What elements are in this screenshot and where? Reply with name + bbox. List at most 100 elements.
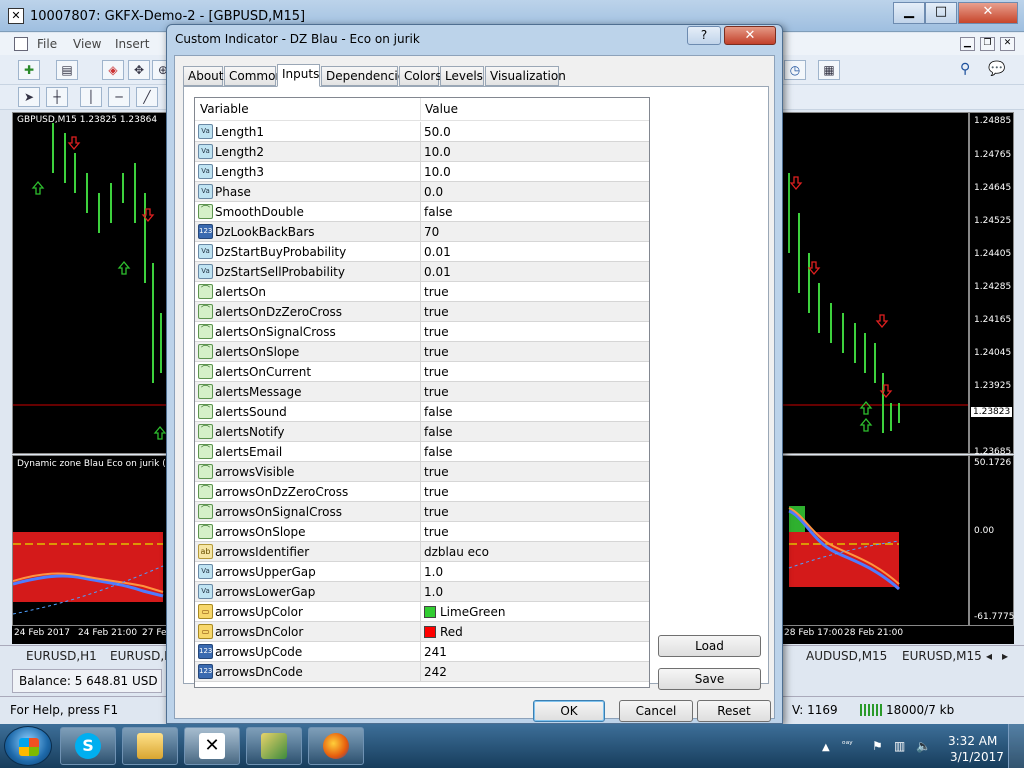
input-row[interactable]: ⌒ alertsOnSignalCross true: [195, 322, 649, 342]
variable-value[interactable]: true: [424, 385, 449, 399]
variable-value[interactable]: 70: [424, 225, 439, 239]
cursor-icon[interactable]: ➤: [18, 87, 40, 107]
input-row[interactable]: Va Length1 50.0: [195, 122, 649, 142]
tab-colors[interactable]: Colors: [399, 66, 442, 86]
variable-value[interactable]: dzblau eco: [424, 545, 489, 559]
minimize-button[interactable]: ▁: [893, 2, 925, 24]
input-row[interactable]: Va DzStartBuyProbability 0.01: [195, 242, 649, 262]
variable-value[interactable]: true: [424, 485, 449, 499]
input-row[interactable]: Va arrowsUpperGap 1.0: [195, 562, 649, 582]
tab-inputs[interactable]: Inputs: [277, 64, 320, 87]
input-row[interactable]: 123 DzLookBackBars 70: [195, 222, 649, 242]
input-row[interactable]: Va DzStartSellProbability 0.01: [195, 262, 649, 282]
variable-value[interactable]: false: [424, 445, 453, 459]
menu-view[interactable]: View: [73, 37, 101, 51]
variable-value[interactable]: true: [424, 325, 449, 339]
variable-value[interactable]: true: [424, 525, 449, 539]
taskbar-metatrader[interactable]: ✕: [184, 727, 240, 765]
variable-value[interactable]: true: [424, 305, 449, 319]
start-button[interactable]: [4, 726, 52, 766]
chart-tab[interactable]: EURUSD,H1: [26, 649, 97, 663]
color-swatch[interactable]: [424, 626, 436, 638]
input-row[interactable]: ⌒ alertsMessage true: [195, 382, 649, 402]
show-desktop-button[interactable]: [1008, 724, 1024, 768]
new-chart-icon[interactable]: ✚: [18, 60, 40, 80]
tab-common[interactable]: Common: [224, 66, 283, 86]
column-header-variable[interactable]: Variable: [200, 102, 249, 116]
dialog-close-button[interactable]: ✕: [724, 26, 776, 45]
cancel-button[interactable]: Cancel: [619, 700, 693, 722]
taskbar-firefox[interactable]: [308, 727, 364, 765]
taskbar-explorer[interactable]: [122, 727, 178, 765]
load-button[interactable]: Load: [658, 635, 761, 657]
input-row[interactable]: Va Length3 10.0: [195, 162, 649, 182]
input-row[interactable]: ⌒ arrowsVisible true: [195, 462, 649, 482]
variable-value[interactable]: LimeGreen: [424, 605, 505, 619]
trendline-icon[interactable]: ╱: [136, 87, 158, 107]
input-row[interactable]: ⌒ alertsEmail false: [195, 442, 649, 462]
chart-tab[interactable]: AUDUSD,M15: [806, 649, 887, 663]
column-divider[interactable]: [420, 98, 421, 121]
menu-file[interactable]: File: [37, 37, 57, 51]
doc-close-button[interactable]: ✕: [1000, 37, 1015, 51]
horizontal-line-icon[interactable]: ─: [108, 87, 130, 107]
input-row[interactable]: ⌒ alertsOnCurrent true: [195, 362, 649, 382]
taskbar-skype[interactable]: S: [60, 727, 116, 765]
variable-value[interactable]: true: [424, 505, 449, 519]
column-header-value[interactable]: Value: [425, 102, 458, 116]
input-row[interactable]: Va Length2 10.0: [195, 142, 649, 162]
input-row[interactable]: Va arrowsLowerGap 1.0: [195, 582, 649, 602]
search-icon[interactable]: ⚲: [960, 61, 978, 79]
input-row[interactable]: ⌒ arrowsOnSignalCross true: [195, 502, 649, 522]
ok-button[interactable]: OK: [533, 700, 605, 722]
vertical-line-icon[interactable]: │: [80, 87, 102, 107]
tabs-scroll-left-icon[interactable]: ◂: [986, 649, 992, 663]
templates-icon[interactable]: ▦: [818, 60, 840, 80]
variable-value[interactable]: 241: [424, 645, 447, 659]
clock-time[interactable]: 3:32 AM: [948, 734, 997, 748]
input-row[interactable]: ⌒ alertsOnDzZeroCross true: [195, 302, 649, 322]
input-row[interactable]: Va Phase 0.0: [195, 182, 649, 202]
save-button[interactable]: Save: [658, 668, 761, 690]
input-row[interactable]: ▭ arrowsUpColor LimeGreen: [195, 602, 649, 622]
variable-value[interactable]: false: [424, 425, 453, 439]
tab-levels[interactable]: Levels: [440, 66, 484, 86]
variable-value[interactable]: 1.0: [424, 565, 443, 579]
tab-visualization[interactable]: Visualization: [485, 66, 566, 86]
variable-value[interactable]: 10.0: [424, 145, 451, 159]
maximize-button[interactable]: □: [925, 2, 957, 24]
color-swatch[interactable]: [424, 606, 436, 618]
flag-icon[interactable]: ⚑: [872, 739, 883, 753]
input-row[interactable]: ⌒ alertsNotify false: [195, 422, 649, 442]
input-row[interactable]: ⌒ alertsSound false: [195, 402, 649, 422]
variable-value[interactable]: true: [424, 365, 449, 379]
variable-value[interactable]: 0.0: [424, 185, 443, 199]
variable-value[interactable]: true: [424, 465, 449, 479]
doc-restore-button[interactable]: ❐: [980, 37, 995, 51]
variable-value[interactable]: 242: [424, 665, 447, 679]
chart-tab[interactable]: EURUSD,H: [110, 649, 173, 663]
menu-insert[interactable]: Insert: [115, 37, 149, 51]
input-row[interactable]: ⌒ alertsOn true: [195, 282, 649, 302]
tray-show-hidden-icon[interactable]: ▲: [822, 742, 830, 753]
close-button[interactable]: ✕: [958, 2, 1018, 24]
profiles-icon[interactable]: ▤: [56, 60, 78, 80]
volume-icon[interactable]: 🔈: [916, 739, 931, 753]
input-row[interactable]: 123 arrowsDnCode 242: [195, 662, 649, 682]
input-row[interactable]: ⌒ SmoothDouble false: [195, 202, 649, 222]
tab-dependencies[interactable]: Dependencies: [321, 66, 411, 86]
variable-value[interactable]: 0.01: [424, 245, 451, 259]
input-row[interactable]: ⌒ arrowsOnDzZeroCross true: [195, 482, 649, 502]
network-icon[interactable]: ▥: [894, 739, 905, 753]
periods-clock-icon[interactable]: ◷: [784, 60, 806, 80]
reset-button[interactable]: Reset: [697, 700, 771, 722]
variable-value[interactable]: 50.0: [424, 125, 451, 139]
variable-value[interactable]: false: [424, 205, 453, 219]
language-icon[interactable]: ᵒᵃʸ: [842, 740, 853, 750]
crosshair-icon[interactable]: ┼: [46, 87, 68, 107]
market-watch-icon[interactable]: ◈: [102, 60, 124, 80]
variable-value[interactable]: 1.0: [424, 585, 443, 599]
variable-value[interactable]: 0.01: [424, 265, 451, 279]
variable-value[interactable]: true: [424, 285, 449, 299]
clock-date[interactable]: 3/1/2017: [950, 750, 1004, 764]
